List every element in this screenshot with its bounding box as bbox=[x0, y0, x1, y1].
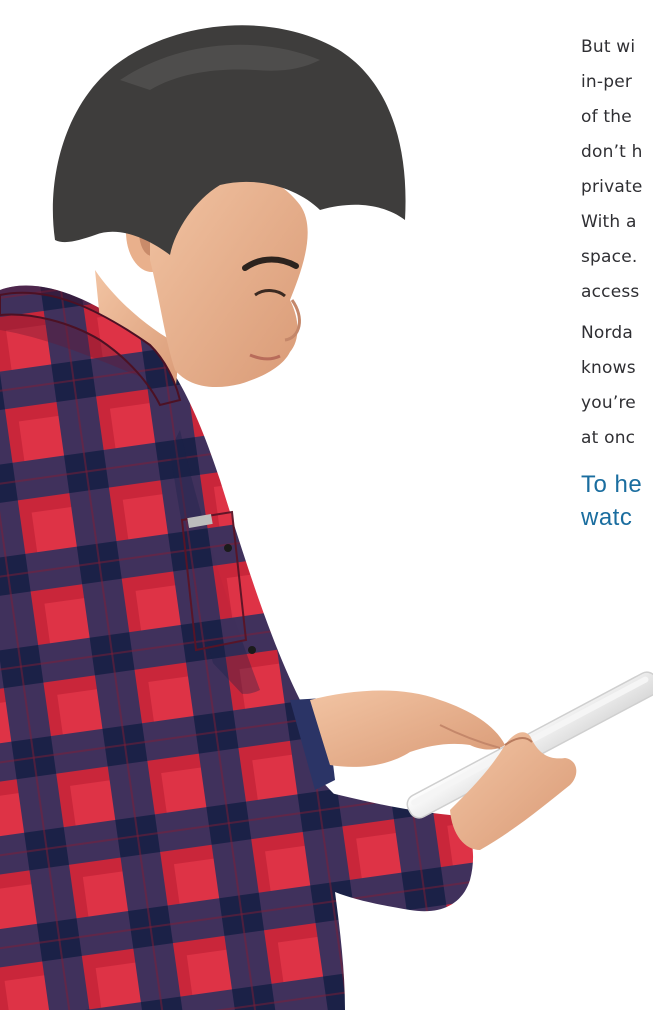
paragraph-line: in-per bbox=[581, 72, 633, 92]
paragraph-line: With a bbox=[581, 212, 637, 232]
paragraph-line: at onc bbox=[581, 428, 636, 448]
paragraph-line: don’t h bbox=[581, 142, 643, 162]
heading-line: watc bbox=[581, 504, 633, 531]
page: But wi in-per of the don’t h private Wit… bbox=[0, 0, 653, 1010]
paragraph-line: space. bbox=[581, 247, 638, 267]
paragraph-2: Norda knows you’re at onc bbox=[581, 316, 653, 456]
paragraph-line: knows bbox=[581, 358, 636, 378]
boy-with-tablet-photo bbox=[0, 25, 653, 1010]
paragraph-line: of the bbox=[581, 107, 632, 127]
paragraph-line: access bbox=[581, 282, 640, 302]
paragraph-1: But wi in-per of the don’t h private Wit… bbox=[581, 30, 653, 310]
heading-line: To he bbox=[581, 471, 643, 498]
paragraph-line: you’re bbox=[581, 393, 636, 413]
paragraph-line: Norda bbox=[581, 323, 634, 343]
paragraph-line: But wi bbox=[581, 37, 636, 57]
section-heading: To he watc bbox=[581, 468, 653, 534]
article-text-column: But wi in-per of the don’t h private Wit… bbox=[581, 30, 653, 534]
paragraph-line: private bbox=[581, 177, 643, 197]
